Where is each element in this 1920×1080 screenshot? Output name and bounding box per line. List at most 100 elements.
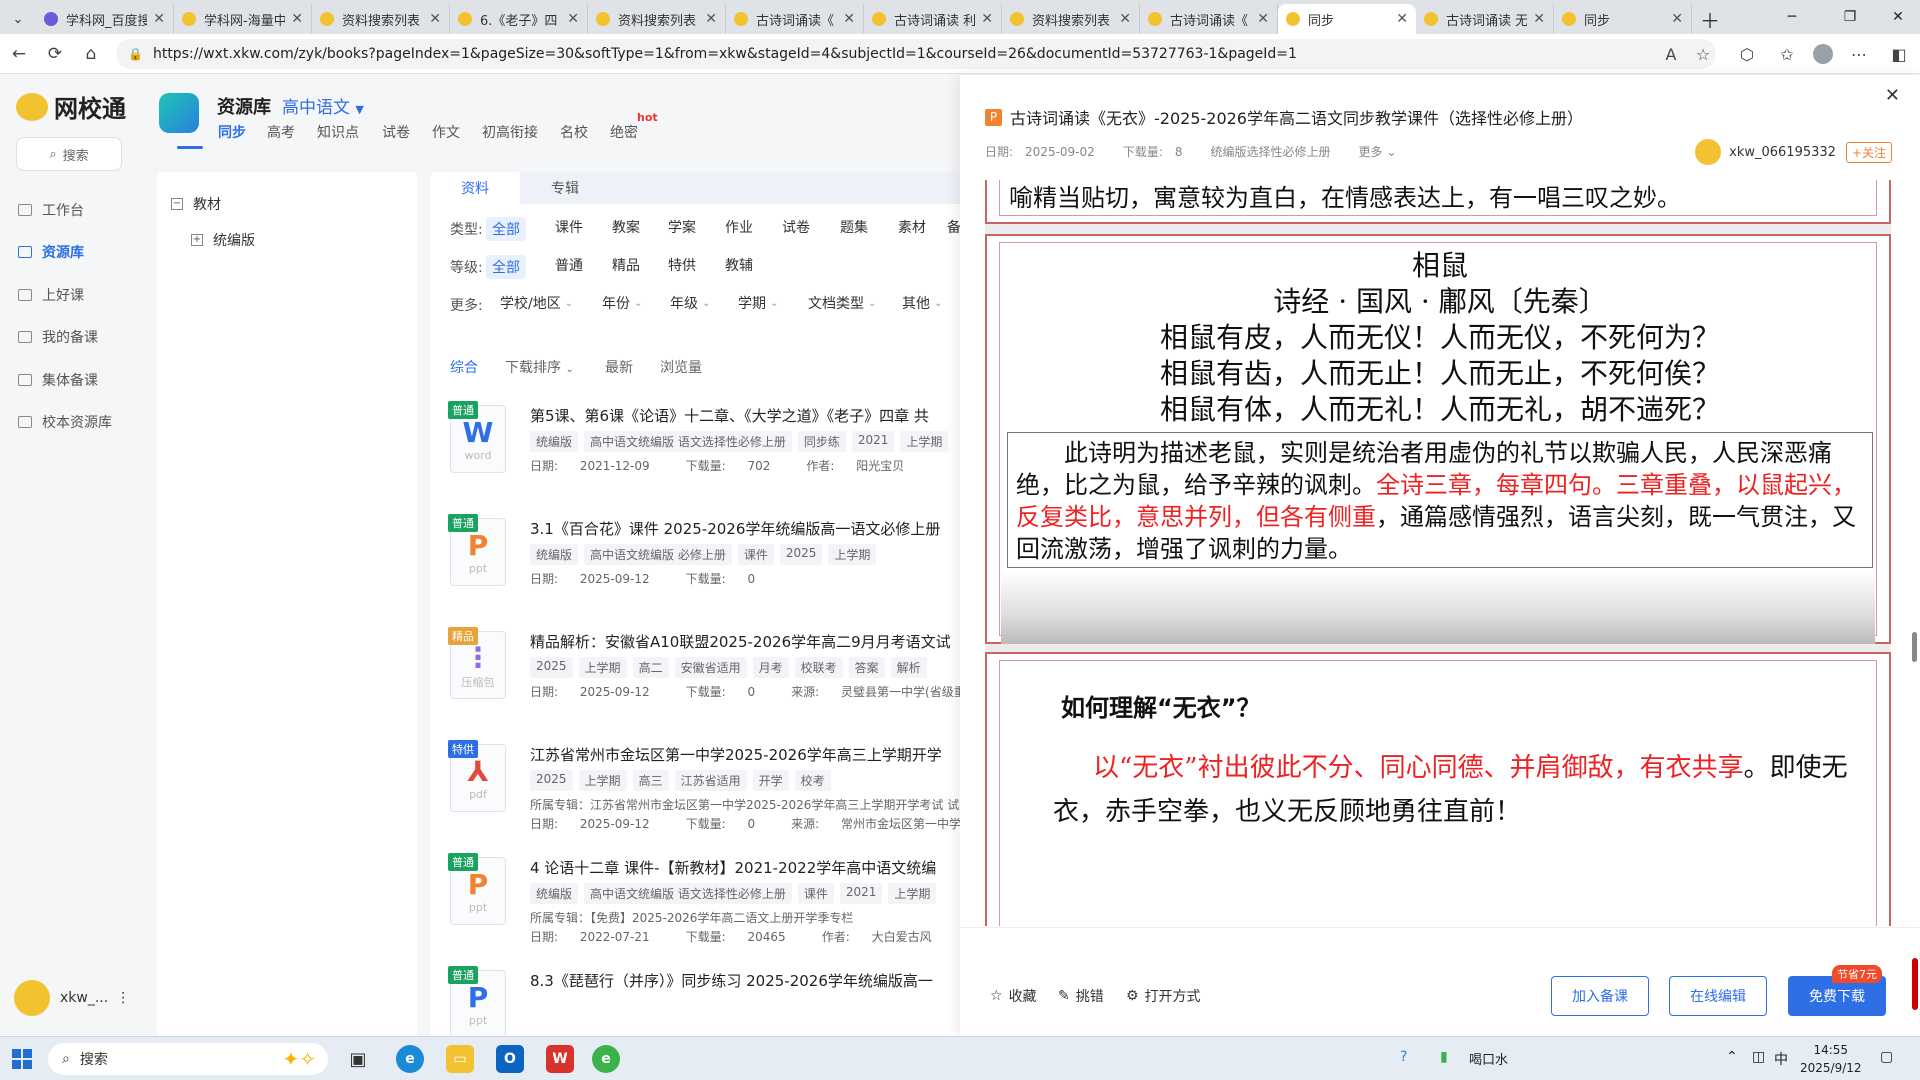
nav-school-library[interactable]: 校本资源库: [18, 410, 128, 434]
filter-types-3[interactable]: 学案: [668, 217, 696, 237]
filter-more-4[interactable]: 文档类型 ⌄: [808, 293, 876, 313]
tab-close-icon[interactable]: ✕: [1119, 11, 1131, 27]
nav-resource-library[interactable]: 资源库: [18, 240, 128, 264]
notification-icon[interactable]: ▢: [1880, 1049, 1893, 1065]
list-item[interactable]: Wword 普通 第5课、第6课《论语》十二章、《大学之道》《老子》四章 共统编版高…: [448, 401, 960, 515]
tab-gaokao[interactable]: 高考: [267, 122, 295, 142]
filter-levels-4[interactable]: 教辅: [725, 255, 753, 275]
nav-group-prep[interactable]: 集体备课: [18, 368, 128, 392]
filter-more-2[interactable]: 年级 ⌄: [670, 293, 710, 313]
filter-types-5[interactable]: 试卷: [782, 217, 810, 237]
filter-types-2[interactable]: 教案: [612, 217, 640, 237]
filter-more-1[interactable]: 年份 ⌄: [602, 293, 642, 313]
tree-root[interactable]: − 教材: [171, 194, 221, 214]
item-title[interactable]: 精品解析：安徽省A10联盟2025-2026学年高二9月月考语文试: [530, 631, 960, 652]
tab-close-icon[interactable]: ✕: [429, 11, 441, 27]
browser-app-icon[interactable]: e: [592, 1045, 620, 1073]
filter-types-7[interactable]: 素材: [898, 217, 926, 237]
help-icon[interactable]: ?: [1400, 1049, 1407, 1065]
close-icon[interactable]: ✕: [1885, 85, 1900, 106]
filter-more-5[interactable]: 其他 ⌄: [902, 293, 942, 313]
filter-levels-3[interactable]: 特供: [668, 255, 696, 275]
filter-more-3[interactable]: 学期 ⌄: [738, 293, 778, 313]
tab-close-icon[interactable]: ✕: [291, 11, 303, 27]
clock[interactable]: 14:55 2025/9/12: [1800, 1041, 1862, 1077]
item-title[interactable]: 4 论语十二章 课件-【新教材】2021-2022学年高中语文统编: [530, 857, 960, 878]
list-item[interactable]: ⅄ pdf 特供 江苏省常州市金坛区第一中学2025-2026学年高三上学期开学 202…: [448, 740, 960, 854]
chevron-up-icon[interactable]: ⌃: [1726, 1049, 1738, 1065]
task-view-icon[interactable]: ▣: [344, 1045, 372, 1073]
tree-child[interactable]: + 统编版: [191, 230, 255, 250]
browser-tab[interactable]: 同步 ✕: [1554, 4, 1692, 34]
sort-latest[interactable]: 最新: [605, 357, 633, 377]
filter-types-1[interactable]: 课件: [555, 217, 583, 237]
tab-bridge[interactable]: 初高衔接: [482, 122, 538, 142]
collapse-icon[interactable]: −: [171, 198, 183, 210]
tab-close-icon[interactable]: ✕: [1396, 11, 1408, 27]
read-aloud-icon[interactable]: A: [1658, 42, 1684, 66]
follow-button[interactable]: +关注: [1845, 141, 1892, 163]
edge-icon[interactable]: e: [396, 1045, 424, 1073]
browser-tab[interactable]: 古诗词诵读 无 ✕: [1416, 4, 1554, 34]
filter-levels-2[interactable]: 精品: [612, 255, 640, 275]
browser-tab[interactable]: 学科网-海量中 ✕: [174, 4, 312, 34]
browser-tab[interactable]: 资料搜索列表 ✕: [588, 4, 726, 34]
tab-famous-school[interactable]: 名校: [560, 122, 588, 142]
document-viewer[interactable]: 喻精当贴切，寓意较为直白，在情感表达上，有一唱三叹之妙。 相鼠 诗经 · 国风 …: [985, 180, 1891, 926]
tab-close-icon[interactable]: ✕: [1257, 11, 1269, 27]
open-with-button[interactable]: ⚙ 打开方式: [1126, 986, 1201, 1006]
ime-indicator[interactable]: 中: [1774, 1049, 1788, 1069]
sort-downloads[interactable]: 下载排序 ⌄: [505, 357, 574, 377]
nav-good-class[interactable]: 上好课: [18, 283, 128, 307]
list-item[interactable]: Pppt 普通 3.1《百合花》课件 2025-2026学年统编版高一语文必修上册统…: [448, 514, 960, 628]
add-to-prep-button[interactable]: 加入备课: [1551, 976, 1649, 1016]
list-item[interactable]: Pppt 普通 4 论语十二章 课件-【新教材】2021-2022学年高中语文统编统…: [448, 853, 960, 967]
subject-selector[interactable]: 高中语文 ▼: [282, 93, 364, 118]
browser-tab[interactable]: 古诗词诵读《 ✕: [1140, 4, 1278, 34]
back-button[interactable]: ←: [6, 42, 32, 66]
new-tab-button[interactable]: ＋: [1692, 4, 1728, 34]
browser-tab[interactable]: 资料搜索列表 ✕: [1002, 4, 1140, 34]
nav-my-prep[interactable]: 我的备课: [18, 325, 128, 349]
browser-tab[interactable]: 学科网_百度搜 ✕: [36, 4, 174, 34]
sort-comprehensive[interactable]: 综合: [450, 357, 478, 377]
filter-levels-1[interactable]: 普通: [555, 255, 583, 275]
nav-workbench[interactable]: 工作台: [18, 198, 128, 222]
tab-close-icon[interactable]: ✕: [1671, 11, 1683, 27]
tab-close-icon[interactable]: ✕: [1533, 11, 1545, 27]
extensions-icon[interactable]: ⬡: [1734, 42, 1760, 66]
tab-knowledge[interactable]: 知识点: [317, 122, 359, 142]
tab-close-icon[interactable]: ✕: [843, 11, 855, 27]
filter-types-8[interactable]: 备: [947, 217, 960, 237]
more-dropdown[interactable]: 更多 ⌄: [1359, 143, 1397, 160]
filter-types-4[interactable]: 作业: [725, 217, 753, 237]
home-button[interactable]: ⌂: [78, 42, 104, 66]
browser-tab[interactable]: 古诗词诵读《 ✕: [726, 4, 864, 34]
list-item[interactable]: ⋮ 压缩包 精品 精品解析：安徽省A10联盟2025-2026学年高二9月月考语文试 2…: [448, 627, 960, 741]
filter-types-0[interactable]: 全部: [486, 217, 526, 241]
url-field[interactable]: 🔒 https://wxt.xkw.com/zyk/books?pageInde…: [116, 39, 1716, 69]
scrollbar-thumb[interactable]: [1912, 632, 1917, 662]
list-item[interactable]: Pppt 普通 8.3《琵琶行（并序）》同步练习 2025-2026学年统编版高一: [448, 966, 960, 1042]
windows-start-icon[interactable]: [12, 1049, 32, 1069]
tab-list-dropdown[interactable]: ⌄: [0, 4, 36, 34]
reload-button[interactable]: ⟳: [42, 42, 68, 66]
logo[interactable]: 网校通: [16, 89, 126, 124]
network-icon[interactable]: ◫: [1752, 1049, 1765, 1065]
favorite-button[interactable]: ☆ 收藏: [990, 986, 1037, 1006]
online-edit-button[interactable]: 在线编辑: [1669, 976, 1767, 1016]
wps-icon[interactable]: W: [546, 1045, 574, 1073]
filter-types-6[interactable]: 题集: [840, 217, 868, 237]
item-title[interactable]: 3.1《百合花》课件 2025-2026学年统编版高一语文必修上册: [530, 518, 960, 539]
item-title[interactable]: 第5课、第6课《论语》十二章、《大学之道》《老子》四章 共: [530, 405, 960, 426]
author-name[interactable]: xkw_066195332: [1729, 145, 1836, 160]
user-menu[interactable]: xkw_... ⋮: [14, 980, 130, 1016]
browser-tab[interactable]: 6.《老子》四 ✕: [450, 4, 588, 34]
outlook-icon[interactable]: O: [496, 1045, 524, 1073]
profile-avatar[interactable]: [1810, 42, 1836, 66]
tab-essay[interactable]: 作文: [432, 122, 460, 142]
browser-tab[interactable]: 资料搜索列表 ✕: [312, 4, 450, 34]
expand-icon[interactable]: +: [191, 234, 203, 246]
taskbar-search[interactable]: ⌕ 搜索 ✦✧: [48, 1043, 328, 1075]
tab-close-icon[interactable]: ✕: [981, 11, 993, 27]
